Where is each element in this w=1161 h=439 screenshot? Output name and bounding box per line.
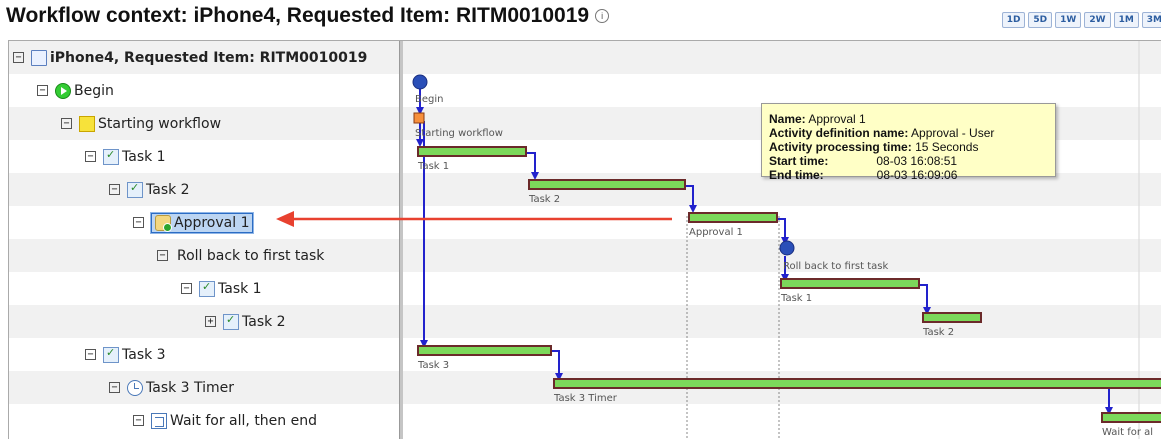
activity-tooltip: Name: Approval 1 Activity definition nam… xyxy=(761,103,1056,182)
gantt-bar-approval-1[interactable] xyxy=(688,212,778,223)
collapse-toggle[interactable]: − xyxy=(85,151,96,162)
timer-icon xyxy=(127,379,143,396)
gantt-timeline: Begin Starting workflow Task 1 Task 2 Ap… xyxy=(403,41,1161,439)
gantt-bar-task-3[interactable] xyxy=(417,345,552,356)
gantt-bar-task-3-timer[interactable] xyxy=(553,378,1161,389)
tree-row[interactable]: − Starting workflow xyxy=(9,107,451,140)
approval-icon xyxy=(155,214,172,232)
collapse-toggle[interactable]: − xyxy=(181,283,192,294)
zoom-2w-button[interactable]: 2W xyxy=(1084,12,1111,28)
tooltip-end-label: End time: xyxy=(769,168,824,182)
tree-row-label: Task 1 xyxy=(122,148,166,165)
task-icon xyxy=(127,181,143,198)
tooltip-name-value: Approval 1 xyxy=(808,112,866,126)
tree-row-label: iPhone4, Requested Item: RITM0010019 xyxy=(50,49,368,66)
gantt-label: Task 1 xyxy=(417,161,449,172)
begin-icon xyxy=(55,82,71,99)
tooltip-processing-value: 15 Seconds xyxy=(915,140,979,154)
gantt-label: Approval 1 xyxy=(689,227,743,238)
tree-row-label: Approval 1 xyxy=(174,214,250,231)
gantt-label: Task 3 xyxy=(417,360,449,371)
tree-row[interactable]: − Begin xyxy=(9,74,427,107)
collapse-toggle[interactable]: − xyxy=(157,250,168,261)
gantt-bar-task-2-repeat[interactable] xyxy=(922,312,982,323)
gantt-label: Wait for al xyxy=(1102,427,1153,438)
gantt-label: Task 1 xyxy=(780,293,812,304)
task-icon xyxy=(103,346,119,363)
selected-node[interactable]: Approval 1 xyxy=(151,212,254,233)
zoom-3m-button[interactable]: 3M xyxy=(1141,12,1161,28)
tree-row-label: Starting workflow xyxy=(98,115,222,132)
rollback-milestone[interactable] xyxy=(779,240,795,256)
tooltip-definition-label: Activity definition name: xyxy=(769,126,909,140)
tree-row-label: Task 1 xyxy=(218,280,262,297)
info-icon[interactable]: i xyxy=(595,9,610,24)
tooltip-name-label: Name: xyxy=(769,112,806,126)
note-icon xyxy=(79,115,95,132)
tree-row-label: Task 2 xyxy=(242,313,286,330)
collapse-toggle[interactable]: − xyxy=(13,52,24,63)
tree-row-label: Roll back to first task xyxy=(177,247,325,264)
zoom-5d-button[interactable]: 5D xyxy=(1028,12,1053,28)
tree-row-label: Wait for all, then end xyxy=(170,412,317,429)
zoom-1d-button[interactable]: 1D xyxy=(1001,12,1026,28)
collapse-toggle[interactable]: − xyxy=(133,415,144,426)
collapse-toggle[interactable]: − xyxy=(109,184,120,195)
page-title: Workflow context: iPhone4, Requested Ite… xyxy=(6,4,610,28)
zoom-1w-button[interactable]: 1W xyxy=(1055,12,1082,28)
gantt-label: Roll back to first task xyxy=(783,261,888,272)
gantt-bar-task-1-repeat[interactable] xyxy=(780,278,920,289)
tree-row-label: Task 3 Timer xyxy=(146,379,235,396)
gantt-label: Starting workflow xyxy=(415,128,503,139)
starting-workflow-marker[interactable] xyxy=(413,112,425,124)
gantt-label: Task 2 xyxy=(922,327,954,338)
workflow-tree: − iPhone4, Requested Item: RITM0010019 −… xyxy=(9,41,595,439)
tooltip-definition-value: Approval - User xyxy=(911,126,995,140)
collapse-toggle[interactable]: − xyxy=(109,382,120,393)
workflow-panel: − iPhone4, Requested Item: RITM0010019 −… xyxy=(8,40,1161,439)
zoom-controls: 1D 5D 1W 2W 1M 3M xyxy=(1001,12,1161,28)
collapse-toggle[interactable]: − xyxy=(133,217,144,228)
join-icon xyxy=(151,412,167,429)
tree-row[interactable]: − iPhone4, Requested Item: RITM0010019 xyxy=(9,41,403,74)
tooltip-start-label: Start time: xyxy=(769,154,829,168)
gantt-label: Task 2 xyxy=(528,194,560,205)
tooltip-end-value: 08-03 16:09:06 xyxy=(876,168,958,182)
gantt-label: Task 3 Timer xyxy=(553,393,618,404)
gantt-canvas: Begin Starting workflow Task 1 Task 2 Ap… xyxy=(403,41,1161,439)
task-icon xyxy=(199,280,215,297)
document-icon xyxy=(31,49,47,66)
collapse-toggle[interactable]: − xyxy=(37,85,48,96)
gantt-bar-wait-for-all[interactable] xyxy=(1101,412,1161,423)
expand-toggle[interactable]: + xyxy=(205,316,216,327)
begin-milestone[interactable] xyxy=(412,74,428,90)
tree-row-label: Begin xyxy=(74,82,114,99)
tooltip-processing-label: Activity processing time: xyxy=(769,140,912,154)
task-icon xyxy=(103,148,119,165)
zoom-1m-button[interactable]: 1M xyxy=(1113,12,1139,28)
page-title-text: Workflow context: iPhone4, Requested Ite… xyxy=(6,4,590,27)
gantt-bar-task-1[interactable] xyxy=(417,146,527,157)
tree-row-label: Task 2 xyxy=(146,181,190,198)
collapse-toggle[interactable]: − xyxy=(61,118,72,129)
gantt-bar-task-2[interactable] xyxy=(528,179,686,190)
header: Workflow context: iPhone4, Requested Ite… xyxy=(0,0,1161,36)
task-icon xyxy=(223,313,239,330)
gantt-label: Begin xyxy=(415,94,443,105)
collapse-toggle[interactable]: − xyxy=(85,349,96,360)
tooltip-start-value: 08-03 16:08:51 xyxy=(876,154,958,168)
tree-row-label: Task 3 xyxy=(122,346,166,363)
